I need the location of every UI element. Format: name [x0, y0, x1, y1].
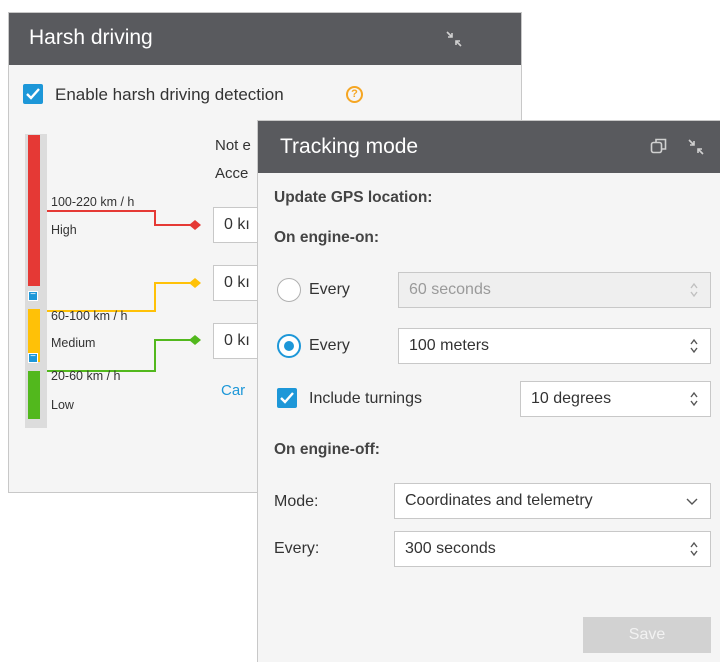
spinner-icon[interactable]: [690, 391, 698, 407]
every-off-input[interactable]: 300 seconds: [394, 531, 711, 567]
update-gps-heading: Update GPS location:: [274, 189, 433, 206]
every-meters-input[interactable]: 100 meters: [398, 328, 711, 364]
copy-icon[interactable]: [650, 137, 668, 155]
cut-label-1: Not e: [215, 137, 251, 154]
every-meters-value: 100 meters: [409, 337, 490, 354]
medium-range-level: Medium: [51, 336, 96, 350]
degrees-input[interactable]: 10 degrees: [520, 381, 711, 417]
engine-on-heading: On engine-on:: [274, 229, 380, 246]
every-seconds-value: 60 seconds: [409, 281, 491, 298]
every-meters-radio[interactable]: [277, 334, 301, 358]
include-turnings-label: Include turnings: [309, 390, 422, 407]
every-off-value: 300 seconds: [405, 540, 496, 557]
degrees-value: 10 degrees: [531, 390, 612, 407]
car-link[interactable]: Car: [221, 382, 245, 399]
spinner-icon[interactable]: [690, 338, 698, 354]
collapse-icon[interactable]: [688, 139, 704, 155]
low-range-level: Low: [51, 398, 74, 412]
every-off-label: Every:: [274, 540, 320, 557]
high-range-speed: 100-220 km / h: [51, 195, 135, 209]
save-button[interactable]: Save: [583, 617, 711, 653]
tracking-mode-title: Tracking mode: [280, 135, 419, 158]
every-seconds-input: 60 seconds: [398, 272, 711, 308]
low-range-speed: 20-60 km / h: [51, 369, 121, 383]
medium-range-speed: 60-100 km / h: [51, 309, 128, 323]
tracking-mode-panel: Tracking mode Update GPS location: On en…: [257, 120, 720, 662]
spinner-icon[interactable]: [690, 541, 698, 557]
cut-label-2: Acce: [215, 165, 249, 182]
mode-value: Coordinates and telemetry: [405, 492, 593, 509]
engine-off-heading: On engine-off:: [274, 441, 380, 458]
mode-label: Mode:: [274, 493, 319, 510]
every-seconds-label: Every: [309, 281, 350, 298]
mode-select[interactable]: Coordinates and telemetry: [394, 483, 711, 519]
high-range-level: High: [51, 223, 77, 237]
include-turnings-checkbox[interactable]: [277, 388, 297, 408]
every-seconds-radio[interactable]: [277, 278, 301, 302]
spinner-icon: [690, 282, 698, 298]
chevron-down-icon: [686, 498, 698, 505]
tracking-mode-header: Tracking mode: [258, 121, 720, 173]
every-meters-label: Every: [309, 337, 350, 354]
